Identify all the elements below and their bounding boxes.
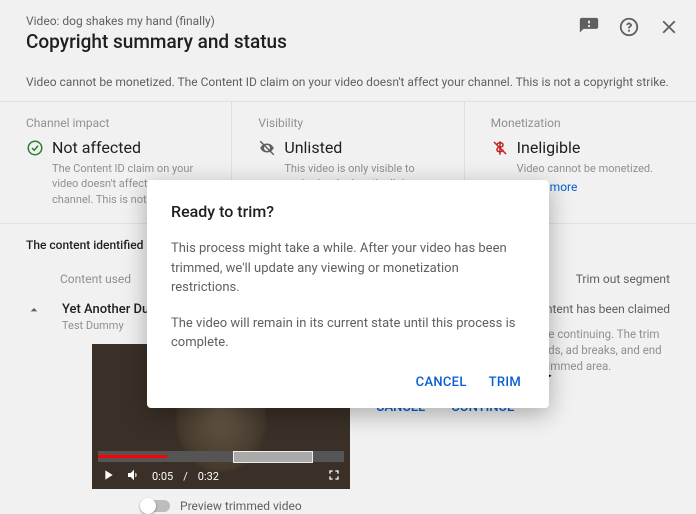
preview-row: Preview trimmed video bbox=[142, 499, 350, 513]
modal-body-2: The video will remain in its current sta… bbox=[171, 314, 525, 353]
preview-toggle[interactable] bbox=[142, 500, 170, 512]
modal-body-1: This process might take a while. After y… bbox=[171, 239, 525, 298]
preview-toggle-label: Preview trimmed video bbox=[180, 499, 302, 513]
page-root: Video: dog shakes my hand (finally) Copy… bbox=[0, 0, 696, 501]
modal-actions: CANCEL TRIM bbox=[171, 369, 525, 396]
trim-confirm-modal: Ready to trim? This process might take a… bbox=[147, 180, 549, 408]
modal-cancel-button[interactable]: CANCEL bbox=[416, 375, 467, 390]
modal-title: Ready to trim? bbox=[171, 202, 525, 221]
modal-trim-button[interactable]: TRIM bbox=[489, 375, 521, 390]
